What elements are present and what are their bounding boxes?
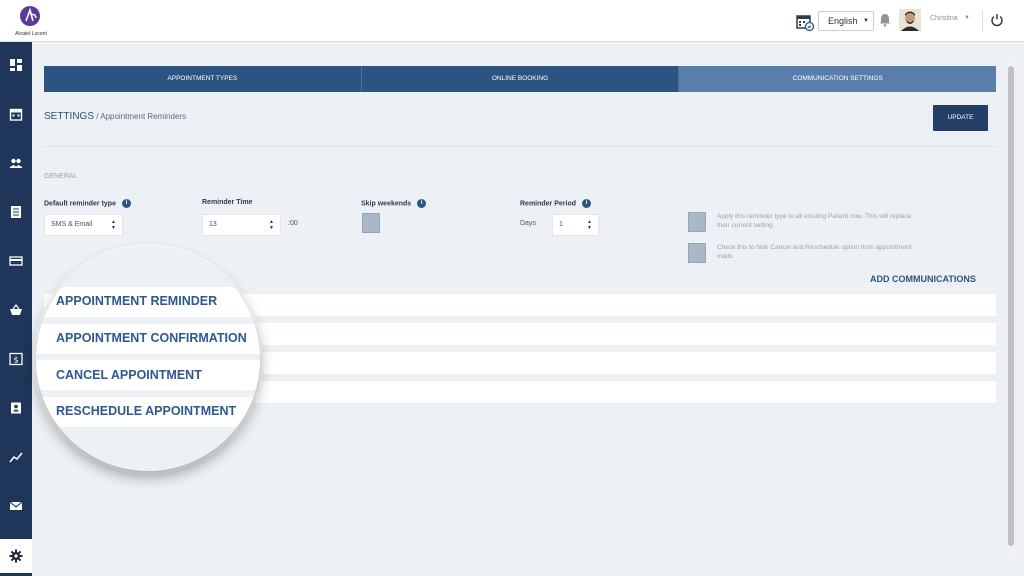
sidebar-item-messages[interactable] <box>0 492 32 520</box>
sidebar-item-patients[interactable] <box>0 149 32 177</box>
reminder-time-suffix: :00 <box>288 220 298 227</box>
communication-appointment-confirmation[interactable]: APPOINTMENT CONFIRMATION <box>56 331 259 345</box>
section-title-general: GENERAL <box>44 173 78 180</box>
language-select[interactable]: English ▼ <box>818 11 874 31</box>
company-logo[interactable]: Alcatel·Lucent <box>15 6 47 40</box>
hide-cancel-reschedule-checkbox[interactable] <box>688 243 706 263</box>
divider <box>44 146 996 147</box>
sidebar-item-billing[interactable] <box>0 247 32 275</box>
communication-appointment-reminder[interactable]: APPOINTMENT REMINDER <box>56 294 217 308</box>
power-icon[interactable] <box>990 13 1004 27</box>
chevron-down-icon: ▼ <box>863 18 869 24</box>
reminder-time-value: 13 <box>209 221 217 228</box>
sidebar-item-reports[interactable] <box>0 443 32 471</box>
patients-icon <box>9 158 23 168</box>
bell-icon[interactable] <box>879 13 891 27</box>
sidebar-item-shop[interactable] <box>0 296 32 324</box>
breadcrumb: SETTINGS / Appointment Reminders <box>44 111 186 122</box>
sidebar: $ <box>0 42 32 576</box>
reminder-time-select[interactable]: 13 ▲ ▼ <box>202 214 281 236</box>
add-communications-link[interactable]: ADD COMMUNICATIONS <box>870 274 976 284</box>
breadcrumb-current: Appointment Reminders <box>100 112 187 121</box>
tab-appointment-types[interactable]: APPOINTMENT TYPES <box>44 66 362 92</box>
avatar[interactable] <box>899 9 921 31</box>
language-value: English <box>828 16 858 26</box>
sidebar-item-documents[interactable] <box>0 198 32 226</box>
communication-reschedule-appointment[interactable]: RESCHEDULE APPOINTMENT <box>56 404 246 418</box>
gear-icon <box>9 549 23 563</box>
reminder-type-select[interactable]: SMS & Email ▲ ▼ <box>44 214 123 236</box>
communication-cancel-appointment[interactable]: CANCEL APPOINTMENT <box>56 368 202 382</box>
apply-to-all-checkbox[interactable] <box>688 212 706 232</box>
reminder-period-unit: Days <box>520 220 536 227</box>
spinner-icon: ▲ ▼ <box>587 219 592 231</box>
apply-to-all-note: Apply this reminder type to all existing… <box>717 213 912 229</box>
info-icon[interactable]: i <box>417 199 427 208</box>
calendar-icon <box>9 108 23 121</box>
reminder-type-label-text: Default reminder type <box>44 200 116 208</box>
skip-weekends-checkbox[interactable] <box>362 213 380 233</box>
reminder-period-label: Reminder Period i <box>520 199 592 208</box>
sidebar-item-calendar[interactable] <box>0 100 32 128</box>
reminder-type-label: Default reminder type i <box>44 199 131 208</box>
sidebar-item-contacts[interactable] <box>0 394 32 422</box>
skip-weekends-label: Skip weekends i <box>361 199 427 208</box>
info-icon[interactable]: i <box>582 199 592 208</box>
document-icon <box>11 206 21 218</box>
magnifier-lens <box>36 247 260 471</box>
calendar-check-icon[interactable] <box>795 12 815 32</box>
skip-weekends-label-text: Skip weekends <box>361 200 412 208</box>
tab-communication-settings[interactable]: COMMUNICATION SETTINGS <box>679 66 997 92</box>
scrollbar-thumb[interactable] <box>1008 66 1014 546</box>
tab-online-booking[interactable]: ONLINE BOOKING <box>362 66 680 92</box>
scrollbar[interactable] <box>1007 56 1015 564</box>
sidebar-item-settings[interactable] <box>0 539 32 573</box>
sidebar-item-dashboard[interactable] <box>0 51 32 79</box>
settings-tabs: APPOINTMENT TYPES ONLINE BOOKING COMMUNI… <box>44 66 997 92</box>
chart-line-icon <box>9 452 23 463</box>
chevron-down-icon[interactable]: ▼ <box>964 15 970 21</box>
dashboard-icon <box>10 59 22 71</box>
reminder-period-select[interactable]: 1 ▲ ▼ <box>552 214 599 236</box>
top-bar: Alcatel·Lucent English ▼ Christina ▼ <box>0 0 1024 42</box>
reminder-time-label: Reminder Time <box>202 199 253 206</box>
mail-icon <box>9 501 23 510</box>
sidebar-item-payments[interactable]: $ <box>0 345 32 373</box>
basket-icon <box>10 304 22 315</box>
update-button[interactable]: UPDATE <box>933 105 988 131</box>
hide-cancel-reschedule-note: Check this to hide Cancel and Reschedule… <box>717 244 912 260</box>
logo-icon <box>20 6 40 26</box>
spinner-icon: ▲ ▼ <box>269 219 274 231</box>
reminder-period-label-text: Reminder Period <box>520 200 577 208</box>
svg-text:$: $ <box>13 356 18 365</box>
reminder-type-value: SMS & Email <box>51 221 93 228</box>
contact-icon <box>11 402 21 414</box>
divider <box>982 10 983 32</box>
spinner-icon: ▲ ▼ <box>111 219 116 231</box>
dollar-icon: $ <box>9 352 23 366</box>
user-name[interactable]: Christina <box>930 15 958 22</box>
info-icon[interactable]: i <box>121 199 131 208</box>
card-icon <box>9 256 23 266</box>
logo-text: Alcatel·Lucent <box>15 31 47 37</box>
breadcrumb-title: SETTINGS <box>44 111 95 122</box>
reminder-period-value: 1 <box>559 221 563 228</box>
